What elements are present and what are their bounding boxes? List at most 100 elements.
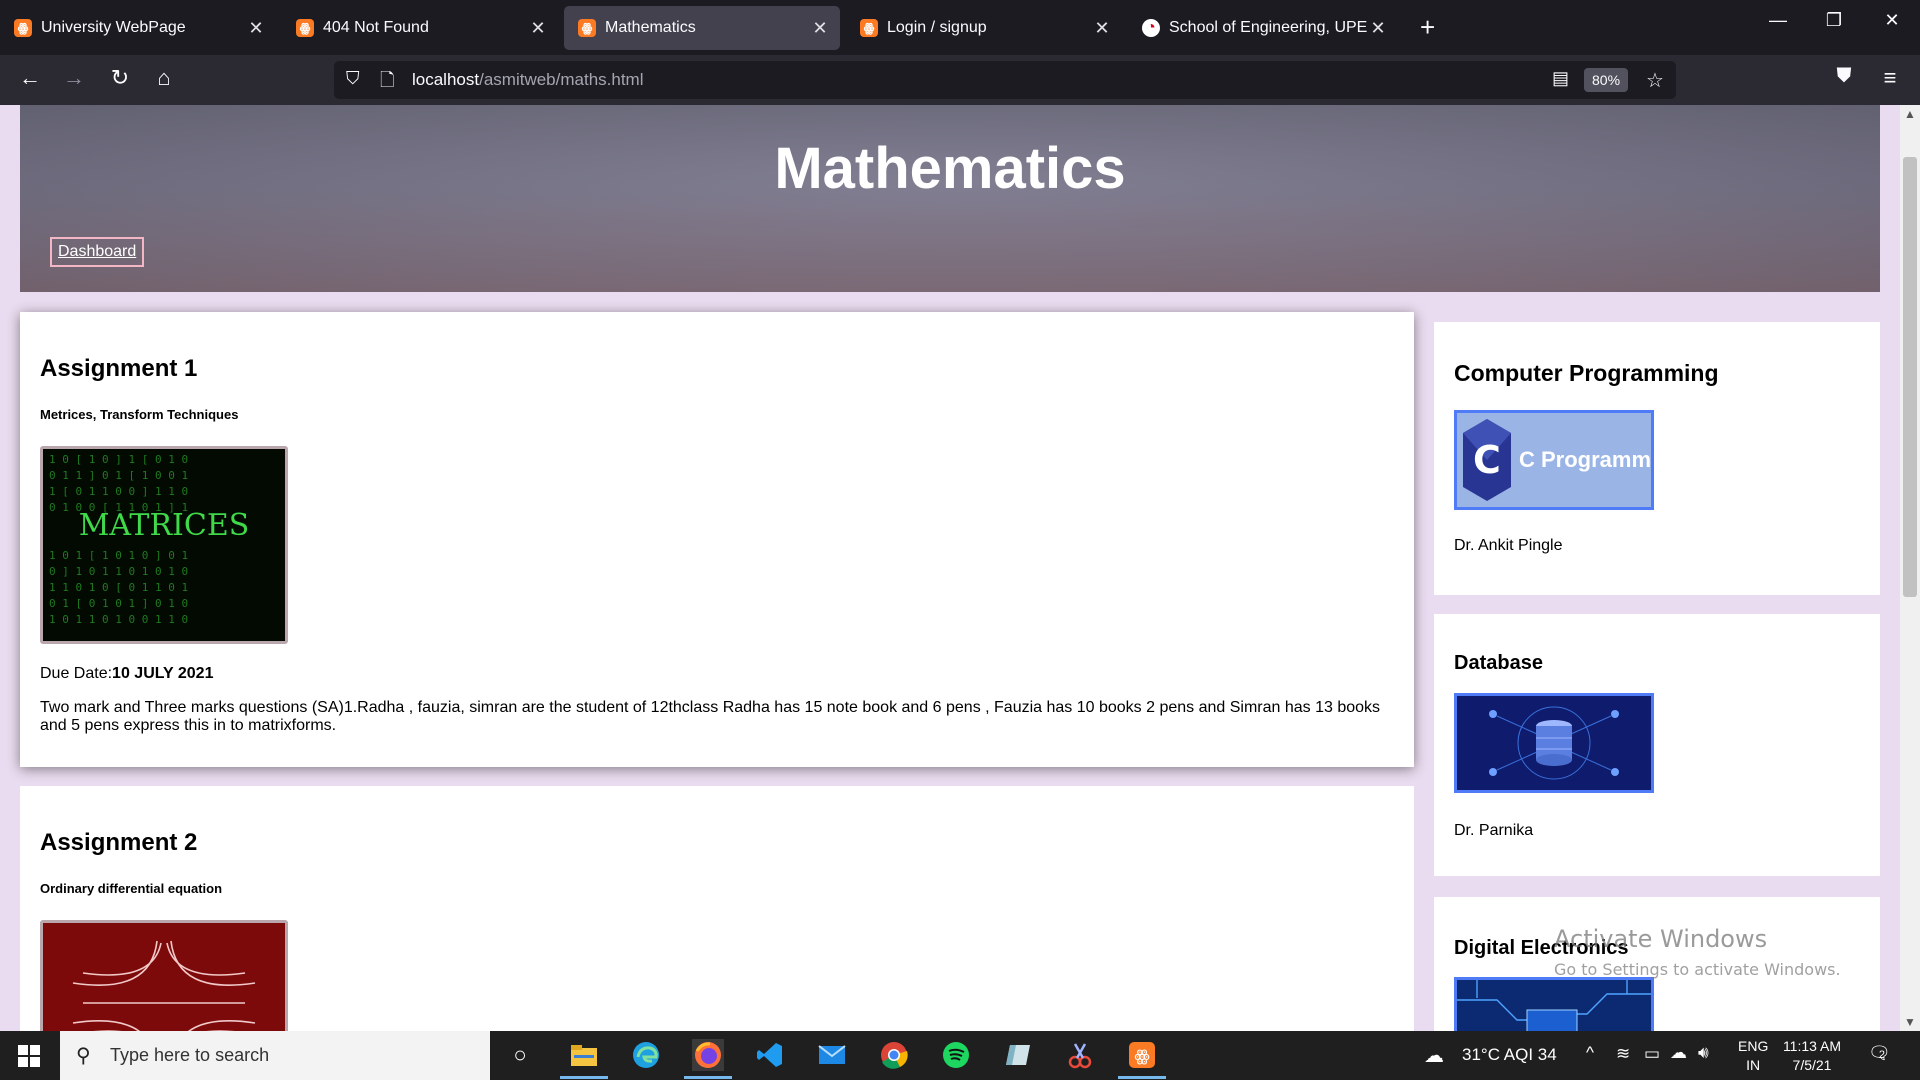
page-title: Mathematics bbox=[774, 136, 1126, 201]
wifi-icon[interactable]: ≋ bbox=[1616, 1044, 1630, 1064]
windows-start-icon[interactable] bbox=[18, 1045, 40, 1067]
chrome-icon[interactable] bbox=[878, 1039, 910, 1071]
page-scrollbar[interactable]: ▲ ▼ bbox=[1900, 105, 1920, 1031]
close-tab-icon[interactable]: ✕ bbox=[1368, 18, 1388, 39]
close-tab-icon[interactable]: ✕ bbox=[246, 18, 266, 39]
show-hidden-icons-icon[interactable]: ^ bbox=[1586, 1043, 1594, 1063]
ode-graphic bbox=[43, 923, 285, 1031]
scrollbar-thumb[interactable] bbox=[1903, 157, 1917, 597]
notification-count: 2 bbox=[1878, 1049, 1885, 1061]
scroll-down-icon[interactable]: ▼ bbox=[1900, 1015, 1920, 1029]
tab-title: School of Engineering, UPES De bbox=[1169, 19, 1368, 36]
c-programming-image[interactable]: C C Programming bbox=[1454, 410, 1654, 510]
assignment-heading: Assignment 2 bbox=[40, 829, 198, 856]
taskbar-search-box[interactable]: ⚲ Type here to search bbox=[60, 1031, 490, 1080]
volume-icon[interactable]: 🔊︎ bbox=[1698, 1043, 1709, 1063]
tab-university-webpage[interactable]: ꙮ University WebPage ✕ bbox=[0, 6, 276, 50]
assignment-card: Assignment 2 Ordinary differential equat… bbox=[20, 786, 1414, 1031]
close-tab-icon[interactable]: ✕ bbox=[810, 18, 830, 39]
xampp-taskbar-icon[interactable]: ꙮ bbox=[1118, 1039, 1166, 1079]
assignment-description: Two mark and Three marks questions (SA)1… bbox=[40, 699, 1381, 734]
minimize-icon[interactable]: — bbox=[1758, 10, 1798, 31]
database-graphic bbox=[1457, 696, 1651, 790]
tab-bar: ꙮ University WebPage ✕ ꙮ 404 Not Found ✕… bbox=[0, 0, 1920, 55]
upes-icon: ◔ bbox=[1142, 19, 1160, 37]
notification-center-icon[interactable]: 🗨︎2 bbox=[1868, 1043, 1897, 1064]
forward-icon[interactable]: → bbox=[58, 65, 90, 91]
address-bar[interactable]: ⛉ 🗋 localhost/asmitweb/maths.html ▤ 80% … bbox=[334, 61, 1676, 99]
pocket-icon[interactable]: ⛊ bbox=[1828, 65, 1860, 88]
restore-icon[interactable]: ❐ bbox=[1814, 10, 1854, 31]
battery-icon[interactable]: ▭ bbox=[1644, 1044, 1660, 1064]
matrix-rain-graphic: 1 0 [ 1 0 ] 1 [ 0 1 0 0 1 1 ] 0 1 [ 1 0 … bbox=[43, 449, 285, 641]
xampp-icon: ꙮ bbox=[14, 19, 32, 37]
navigation-toolbar: ← → ↻ ⌂ ⛉ 🗋 localhost/asmitweb/maths.htm… bbox=[0, 55, 1920, 105]
xampp-icon: ꙮ bbox=[578, 19, 596, 37]
reader-view-icon[interactable]: ▤ bbox=[1552, 68, 1569, 89]
tab-title: University WebPage bbox=[41, 19, 186, 36]
ode-image bbox=[40, 920, 288, 1031]
close-window-icon[interactable]: ✕ bbox=[1872, 10, 1912, 31]
weather-cloud-icon[interactable]: ☁ bbox=[1424, 1043, 1444, 1068]
zoom-level-button[interactable]: 80% bbox=[1584, 68, 1629, 92]
new-tab-icon[interactable]: + bbox=[1420, 12, 1435, 43]
scroll-up-icon[interactable]: ▲ bbox=[1900, 107, 1920, 121]
edge-icon[interactable] bbox=[630, 1039, 662, 1071]
database-image[interactable] bbox=[1454, 693, 1654, 793]
search-placeholder: Type here to search bbox=[110, 1045, 270, 1065]
assignment-topic: Metrices, Transform Techniques bbox=[40, 407, 239, 422]
svg-text:0 1 [ 0 1 0 1 ] 0 1 0: 0 1 [ 0 1 0 1 ] 0 1 0 bbox=[49, 597, 188, 610]
url-text[interactable]: localhost/asmitweb/maths.html bbox=[412, 70, 644, 90]
tab-mathematics[interactable]: ꙮ Mathematics ✕ bbox=[564, 6, 840, 50]
notes-app-icon[interactable] bbox=[1002, 1039, 1034, 1071]
home-icon[interactable]: ⌂ bbox=[148, 65, 180, 91]
tab-login-signup[interactable]: ꙮ Login / signup ✕ bbox=[846, 6, 1122, 50]
page-icon[interactable]: 🗋 bbox=[380, 68, 394, 98]
tab-404-not-found[interactable]: ꙮ 404 Not Found ✕ bbox=[282, 6, 558, 50]
course-name: Database bbox=[1454, 652, 1543, 674]
file-explorer-icon[interactable] bbox=[560, 1039, 608, 1079]
vscode-icon[interactable] bbox=[754, 1039, 786, 1071]
reload-icon[interactable]: ↻ bbox=[104, 65, 136, 91]
close-tab-icon[interactable]: ✕ bbox=[1092, 18, 1112, 39]
cortana-icon[interactable]: ○ bbox=[504, 1039, 536, 1071]
dashboard-link[interactable]: Dashboard bbox=[50, 237, 145, 267]
mail-icon[interactable] bbox=[816, 1039, 848, 1071]
url-path: /asmitweb/maths.html bbox=[479, 70, 644, 89]
language-code: ENG bbox=[1738, 1038, 1769, 1054]
onedrive-icon[interactable]: ☁ bbox=[1670, 1043, 1687, 1063]
assignment-topic: Ordinary differential equation bbox=[40, 881, 223, 896]
bookmark-star-icon[interactable]: ☆ bbox=[1646, 68, 1664, 93]
course-card: Computer Programming C C Programming Dr.… bbox=[1434, 322, 1880, 595]
page-viewport: Mathematics Dashboard Assignment 1 Metri… bbox=[0, 105, 1920, 1031]
tab-school-of-engineering[interactable]: ◔ School of Engineering, UPES De ✕ bbox=[1128, 6, 1398, 50]
svg-text:C: C bbox=[1473, 438, 1501, 482]
tab-title: Mathematics bbox=[605, 19, 696, 36]
course-name: Computer Programming bbox=[1454, 360, 1719, 386]
shield-icon[interactable]: ⛉ bbox=[346, 68, 360, 89]
due-label: Due Date: bbox=[40, 665, 113, 682]
snipping-tool-icon[interactable] bbox=[1064, 1039, 1096, 1071]
due-date: Due Date:10 JULY 2021 bbox=[40, 665, 213, 683]
course-professor: Dr. Parnika bbox=[1454, 822, 1534, 839]
course-professor: Dr. Ankit Pingle bbox=[1454, 537, 1563, 554]
input-language[interactable]: ENG IN bbox=[1738, 1037, 1768, 1075]
windows-taskbar: ⚲ Type here to search ○ ꙮ ☁ 31°C AQI 34 … bbox=[0, 1031, 1920, 1080]
back-icon[interactable]: ← bbox=[14, 65, 46, 91]
region-code: IN bbox=[1746, 1057, 1761, 1073]
firefox-icon[interactable] bbox=[684, 1039, 732, 1079]
svg-text:1 [ 0 1 1 0 0 ] 1 1 0: 1 [ 0 1 1 0 0 ] 1 1 0 bbox=[49, 485, 188, 498]
spotify-icon[interactable] bbox=[940, 1039, 972, 1071]
weather-text[interactable]: 31°C AQI 34 bbox=[1462, 1045, 1557, 1065]
windows-activation-hint: Go to Settings to activate Windows. bbox=[1554, 960, 1841, 979]
tab-title: Login / signup bbox=[887, 19, 987, 36]
xampp-icon: ꙮ bbox=[296, 19, 314, 37]
tab-title: 404 Not Found bbox=[323, 19, 429, 36]
c-programming-image-text: C Programming bbox=[1519, 447, 1651, 472]
digital-electronics-image[interactable] bbox=[1454, 977, 1654, 1031]
search-icon: ⚲ bbox=[76, 1045, 91, 1067]
page-banner: Mathematics Dashboard bbox=[20, 105, 1880, 292]
system-clock[interactable]: 11:13 AM 7/5/21 bbox=[1776, 1037, 1848, 1075]
menu-icon[interactable]: ≡ bbox=[1874, 65, 1906, 91]
close-tab-icon[interactable]: ✕ bbox=[528, 18, 548, 39]
